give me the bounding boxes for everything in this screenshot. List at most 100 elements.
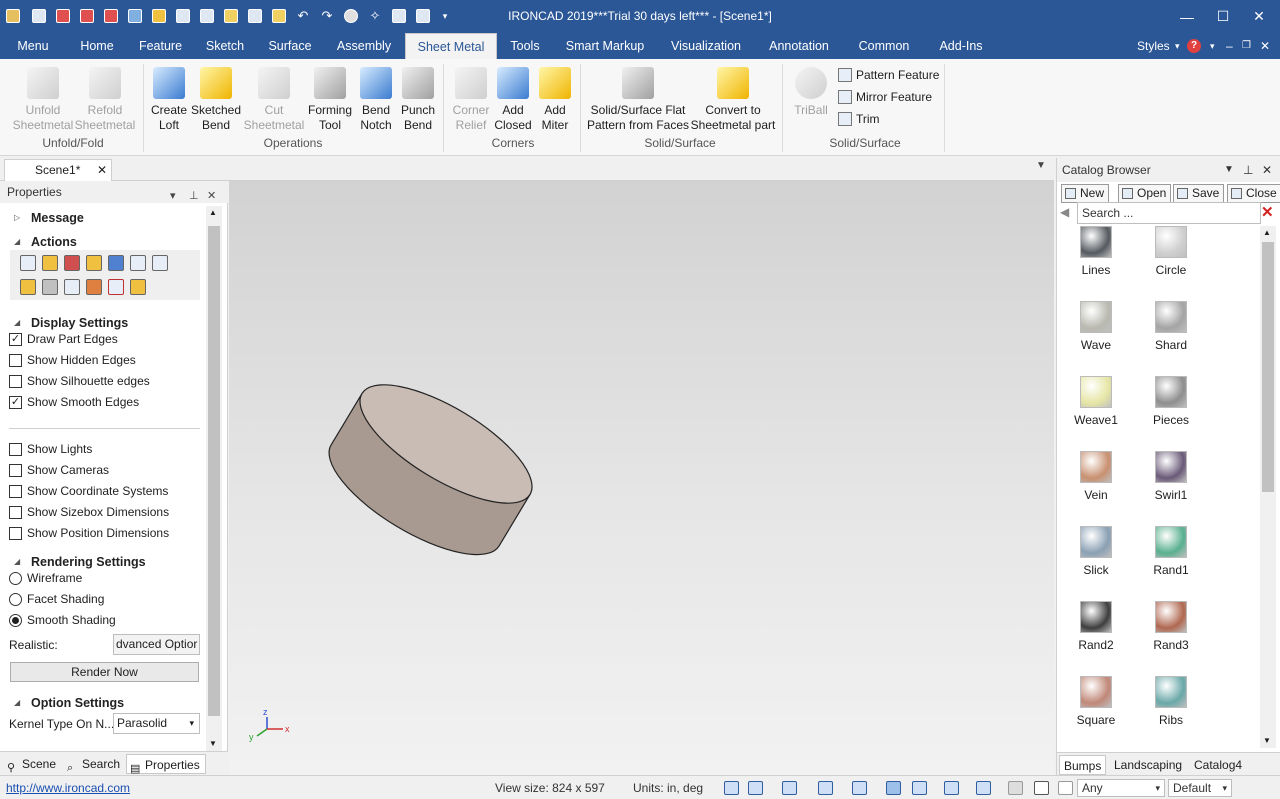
- action-assembly-icon[interactable]: [86, 255, 102, 271]
- clear-search-icon[interactable]: ✕: [1261, 203, 1277, 221]
- website-link[interactable]: http://www.ironcad.com: [6, 781, 130, 795]
- tab-tools[interactable]: Tools: [497, 33, 553, 59]
- app-icon[interactable]: [4, 7, 22, 25]
- advanced-options-button[interactable]: dvanced Optior: [113, 634, 200, 655]
- redo-icon[interactable]: ↷: [318, 7, 336, 25]
- tab-menu[interactable]: Menu: [0, 33, 66, 59]
- new-file-icon[interactable]: [30, 7, 48, 25]
- default-select[interactable]: Default ▾: [1168, 779, 1232, 797]
- checkbox[interactable]: [9, 443, 22, 456]
- action-tools-icon[interactable]: [42, 279, 58, 295]
- render-mode-icon[interactable]: [912, 781, 927, 795]
- material-thumbnail[interactable]: [1080, 301, 1112, 333]
- tab-sheet-metal[interactable]: Sheet Metal: [405, 33, 497, 59]
- open-red-icon[interactable]: [54, 7, 72, 25]
- material-thumbnail[interactable]: [1080, 676, 1112, 708]
- catalog-new-button[interactable]: New: [1061, 184, 1110, 203]
- render-now-button[interactable]: Render Now: [10, 662, 199, 682]
- checkbox[interactable]: [9, 464, 22, 477]
- cut-sheetmetal-button[interactable]: Cut Sheetmetal: [242, 65, 306, 133]
- catalog-save-button[interactable]: Save: [1173, 184, 1225, 203]
- maximize-button[interactable]: ☐: [1206, 0, 1240, 33]
- shading-icon[interactable]: [886, 781, 901, 795]
- styles-menu[interactable]: Styles: [1137, 33, 1170, 59]
- tab-annotation[interactable]: Annotation: [755, 33, 843, 59]
- cube-view-icon[interactable]: [818, 781, 833, 795]
- document-tab[interactable]: Scene1* ✕: [4, 159, 112, 181]
- material-thumbnail[interactable]: [1155, 226, 1187, 258]
- material-thumbnail[interactable]: [1080, 226, 1112, 258]
- catalog-close-button[interactable]: Close: [1227, 184, 1280, 203]
- tab-assembly[interactable]: Assembly: [323, 33, 405, 59]
- display-settings-section[interactable]: Display Settings: [31, 316, 128, 330]
- tab-sketch[interactable]: Sketch: [193, 33, 257, 59]
- sphere-icon[interactable]: [342, 7, 360, 25]
- pattern-feature-button[interactable]: Pattern Feature: [836, 65, 939, 85]
- action-vehicle-icon[interactable]: [64, 255, 80, 271]
- layout-icon[interactable]: [414, 7, 432, 25]
- customize-dropdown-icon[interactable]: ▾: [436, 7, 454, 25]
- tab-feature[interactable]: Feature: [128, 33, 193, 59]
- restore-minimize-icon[interactable]: –: [1226, 33, 1233, 59]
- checkbox[interactable]: [9, 354, 22, 367]
- refold-sheetmetal-button[interactable]: Refold Sheetmetal: [72, 65, 138, 133]
- tab-catalog4[interactable]: Catalog4: [1190, 755, 1246, 775]
- tab-search[interactable]: ⌕ Search: [64, 754, 124, 774]
- material-thumbnail[interactable]: [1155, 526, 1187, 558]
- scroll-thumb[interactable]: [208, 226, 220, 716]
- view-orient-icon[interactable]: [782, 781, 797, 795]
- collapse-arrow-icon[interactable]: ◢: [14, 237, 20, 246]
- punch-bend-button[interactable]: Punch Bend: [396, 65, 440, 133]
- scroll-down-icon[interactable]: ▼: [1263, 736, 1271, 745]
- action-stack-icon[interactable]: [130, 279, 146, 295]
- tab-properties[interactable]: ▤ Properties: [126, 754, 206, 775]
- pin-icon[interactable]: ⊥: [1243, 158, 1253, 182]
- collapse-arrow-icon[interactable]: ◢: [14, 318, 20, 327]
- unfold-sheetmetal-button[interactable]: Unfold Sheetmetal: [8, 65, 78, 133]
- scroll-thumb[interactable]: [1262, 242, 1274, 492]
- tab-landscaping[interactable]: Landscaping: [1110, 755, 1186, 775]
- material-thumbnail[interactable]: [1080, 601, 1112, 633]
- radio-button[interactable]: [9, 614, 22, 627]
- styles-dropdown-icon[interactable]: ▾: [1175, 33, 1180, 59]
- forming-tool-button[interactable]: Forming Tool: [304, 65, 356, 133]
- sparkle-icon[interactable]: ✧: [366, 7, 384, 25]
- material-thumbnail[interactable]: [1080, 376, 1112, 408]
- scroll-up-icon[interactable]: ▲: [209, 208, 217, 217]
- checkbox[interactable]: ✓: [9, 333, 22, 346]
- tab-smart-markup[interactable]: Smart Markup: [553, 33, 657, 59]
- restore-doc-icon[interactable]: ❐: [1242, 33, 1251, 59]
- action-cube-icon[interactable]: [20, 279, 36, 295]
- undo-view-icon[interactable]: [1008, 781, 1023, 795]
- help-icon[interactable]: ?: [1187, 39, 1201, 53]
- create-loft-button[interactable]: Create Loft: [146, 65, 192, 133]
- panel-close-icon[interactable]: ✕: [1262, 158, 1272, 182]
- pin-icon[interactable]: ⊥: [189, 185, 199, 207]
- material-thumbnail[interactable]: [1155, 676, 1187, 708]
- zoom-icon[interactable]: [748, 781, 763, 795]
- bend-notch-button[interactable]: Bend Notch: [354, 65, 398, 133]
- orbit-icon[interactable]: [852, 781, 867, 795]
- help-dropdown-icon[interactable]: ▾: [1210, 33, 1215, 59]
- expand-arrow-icon[interactable]: ▷: [14, 213, 20, 222]
- radio-button[interactable]: [9, 572, 22, 585]
- solid-surface-flat-button[interactable]: Solid/Surface Flat Pattern from Faces: [584, 65, 692, 133]
- checkbox[interactable]: ✓: [9, 396, 22, 409]
- select-arrow-icon[interactable]: [1034, 781, 1049, 795]
- back-arrow-icon[interactable]: ◀: [1060, 205, 1069, 219]
- sketched-bend-button[interactable]: Sketched Bend: [190, 65, 242, 133]
- collapse-arrow-icon[interactable]: ◢: [14, 557, 20, 566]
- doc-close-icon[interactable]: ✕: [1260, 33, 1270, 59]
- checkbox[interactable]: [9, 375, 22, 388]
- panel-menu-icon[interactable]: ▼: [1224, 158, 1234, 182]
- star-burst-icon[interactable]: [222, 7, 240, 25]
- material-thumbnail[interactable]: [1155, 451, 1187, 483]
- paste-icon[interactable]: [270, 7, 288, 25]
- action-image-icon[interactable]: [152, 255, 168, 271]
- convert-to-sheetmetal-button[interactable]: Convert to Sheetmetal part: [688, 65, 778, 133]
- close-tab-icon[interactable]: ✕: [97, 160, 107, 180]
- trim-button[interactable]: Trim: [836, 109, 880, 129]
- checkbox[interactable]: [9, 485, 22, 498]
- material-thumbnail[interactable]: [1080, 526, 1112, 558]
- select-filter-icon[interactable]: [1058, 781, 1073, 795]
